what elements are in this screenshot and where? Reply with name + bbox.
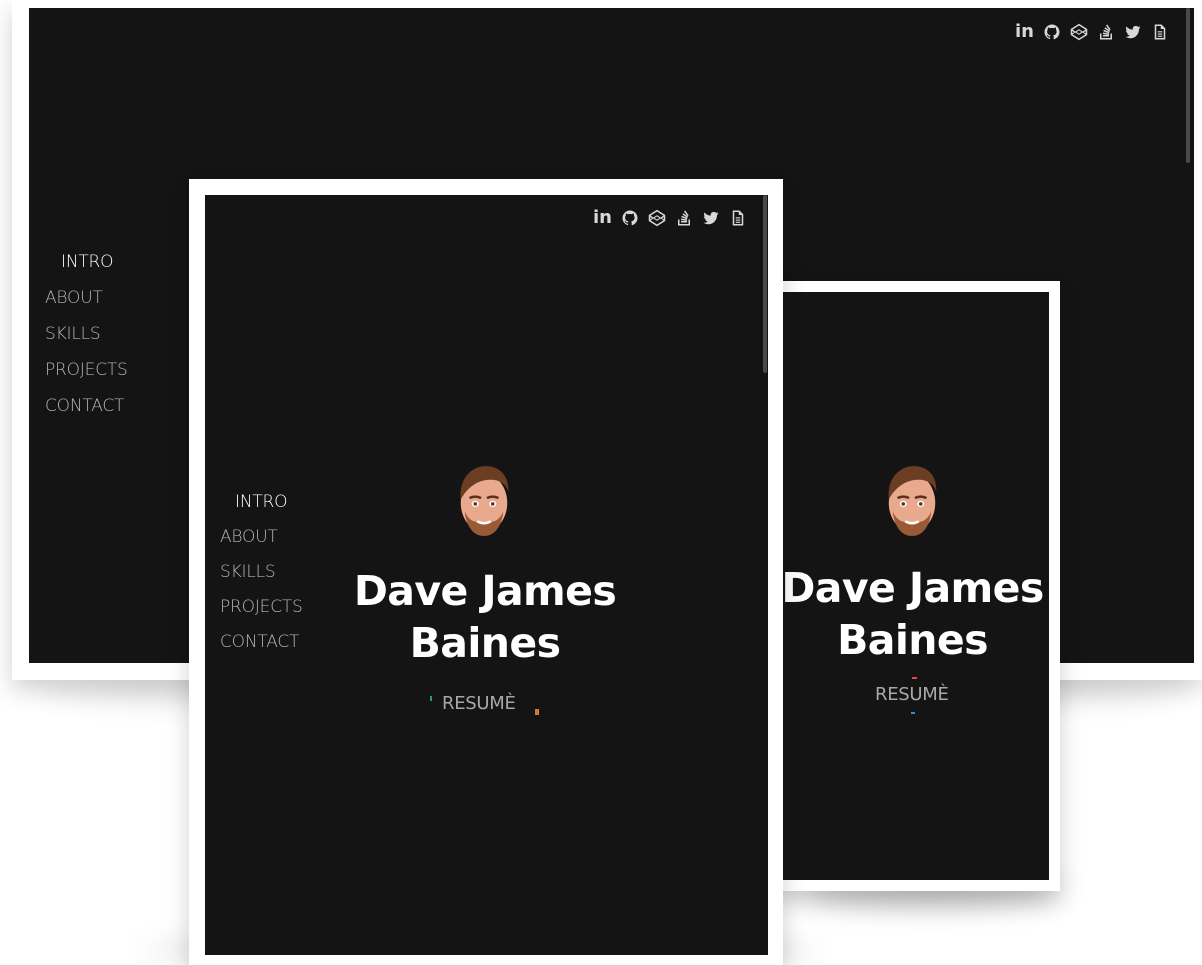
nav-item-intro[interactable]: INTRO (45, 244, 128, 280)
resume-accent-red (912, 677, 917, 679)
github-icon[interactable] (619, 207, 640, 228)
hero-name-line2: Baines (837, 616, 988, 664)
linkedin-icon[interactable]: in (592, 207, 613, 228)
nav-item-intro[interactable]: INTRO (220, 485, 303, 520)
tablet-nav: INTRO ABOUT SKILLS PROJECTS CONTACT (220, 485, 303, 660)
twitter-icon[interactable] (700, 207, 721, 228)
resume-accent-green (430, 696, 432, 701)
mockup-stage: in INTRO ABOUT SKILLS PROJECTS CONTACT D… (0, 0, 1202, 965)
tablet-scrollbar[interactable] (763, 195, 767, 373)
resume-accent-orange (535, 709, 539, 715)
hero-name-line1: Dave James (353, 567, 617, 615)
document-icon[interactable] (1149, 21, 1170, 42)
nav-item-contact[interactable]: CONTACT (45, 388, 128, 424)
nav-item-about[interactable]: ABOUT (220, 520, 303, 555)
hero-name-line1: Dave James (781, 564, 1044, 612)
desktop-scrollbar[interactable] (1186, 8, 1190, 163)
tablet-social-links: in (592, 207, 748, 228)
desktop-nav: INTRO ABOUT SKILLS PROJECTS CONTACT (45, 244, 128, 424)
nav-item-projects[interactable]: PROJECTS (220, 590, 303, 625)
linkedin-icon[interactable]: in (1014, 21, 1035, 42)
twitter-icon[interactable] (1122, 21, 1143, 42)
tablet-screen: in INTRO ABOUT SKILLS PROJECTS CONTACT D… (205, 195, 768, 955)
memoji-avatar-icon (881, 460, 943, 542)
resume-link[interactable]: RESUMÈ (442, 693, 516, 714)
github-icon[interactable] (1041, 21, 1062, 42)
stackoverflow-icon[interactable] (673, 207, 694, 228)
nav-item-skills[interactable]: SKILLS (220, 555, 303, 590)
nav-item-skills[interactable]: SKILLS (45, 316, 128, 352)
resume-link[interactable]: RESUMÈ (875, 684, 949, 705)
phone-hero-name: Dave James Baines (776, 562, 1049, 666)
desktop-social-links: in (1014, 21, 1170, 42)
memoji-avatar-icon (453, 460, 515, 542)
document-icon[interactable] (727, 207, 748, 228)
stackoverflow-icon[interactable] (1095, 21, 1116, 42)
resume-accent-blue (911, 712, 915, 714)
nav-item-projects[interactable]: PROJECTS (45, 352, 128, 388)
nav-item-contact[interactable]: CONTACT (220, 625, 303, 660)
tablet-hero-name: Dave James Baines (335, 565, 635, 669)
hero-name-line2: Baines (409, 619, 561, 667)
codepen-icon[interactable] (1068, 21, 1089, 42)
nav-item-about[interactable]: ABOUT (45, 280, 128, 316)
phone-screen: Dave James Baines RESUMÈ (776, 292, 1049, 880)
codepen-icon[interactable] (646, 207, 667, 228)
